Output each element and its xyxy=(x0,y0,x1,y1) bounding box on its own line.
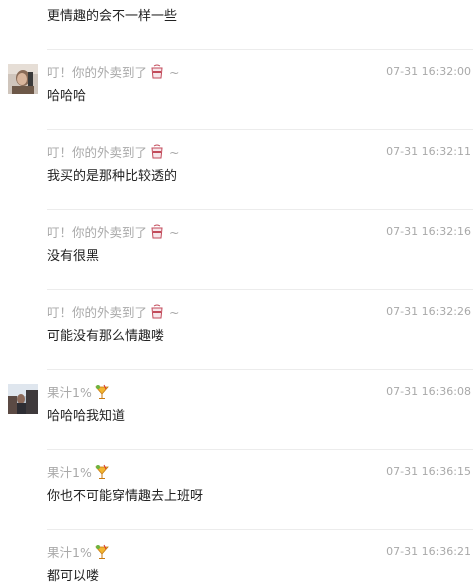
sender-name-text: 叮！你的外卖到了 xyxy=(47,65,148,80)
message-time: 07-31 16:32:00 xyxy=(386,65,471,78)
message-time: 07-31 16:32:16 xyxy=(386,225,471,238)
tropical-drink-icon xyxy=(94,544,110,560)
chat-message: 果汁1% 07-31 16:36:15 你也不可能穿情趣去上班呀 xyxy=(0,450,473,530)
message-time: 07-31 16:36:08 xyxy=(386,385,471,398)
message-time: 07-31 16:36:21 xyxy=(386,545,471,558)
sender-name: 叮！你的外卖到了 ~ xyxy=(47,304,180,321)
sender-name-text: 果汁1% xyxy=(47,385,92,400)
takeout-box-icon xyxy=(149,224,165,240)
sender-name-text: 叮！你的外卖到了 xyxy=(47,145,148,160)
sender-suffix: ~ xyxy=(169,145,180,160)
message-text: 可能没有那么情趣喽 xyxy=(47,329,165,344)
sender-suffix: ~ xyxy=(169,65,180,80)
sender-name: 叮！你的外卖到了 ~ xyxy=(47,144,180,161)
avatar[interactable] xyxy=(8,384,38,414)
tropical-drink-icon xyxy=(94,384,110,400)
message-time: 07-31 16:36:15 xyxy=(386,465,471,478)
sender-name: 叮！你的外卖到了 ~ xyxy=(47,64,180,81)
chat-message: 叮！你的外卖到了 ~ 07-31 16:32:11 我买的是那种比较透的 xyxy=(0,130,473,210)
takeout-box-icon xyxy=(149,64,165,80)
message-text: 哈哈哈我知道 xyxy=(47,409,126,424)
sender-suffix: ~ xyxy=(169,225,180,240)
chat-message: 叮！你的外卖到了 ~ 07-31 16:32:16 没有很黑 xyxy=(0,210,473,290)
chat-message: 果汁1% 07-31 16:36:08 哈哈哈我知道 xyxy=(0,370,473,450)
sender-name-text: 叮！你的外卖到了 xyxy=(47,225,148,240)
sender-name-text: 叮！你的外卖到了 xyxy=(47,305,148,320)
message-text: 都可以喽 xyxy=(47,569,100,584)
message-text: 你也不可能穿情趣去上班呀 xyxy=(47,489,204,504)
sender-suffix: ~ xyxy=(169,305,180,320)
message-text: 哈哈哈 xyxy=(47,89,87,104)
takeout-box-icon xyxy=(149,144,165,160)
sender-name: 果汁1% xyxy=(47,544,110,561)
chat-message: 果汁1% 07-31 16:36:21 都可以喽 xyxy=(0,530,473,586)
sender-name: 果汁1% xyxy=(47,464,110,481)
chat-history: 更情趣的会不一样一些 叮！你的外卖到了 ~ 07-31 16:32:00 哈哈哈 … xyxy=(0,0,473,586)
message-text: 我买的是那种比较透的 xyxy=(47,169,178,184)
sender-name-text: 果汁1% xyxy=(47,545,92,560)
message-time: 07-31 16:32:11 xyxy=(386,145,471,158)
chat-message: 叮！你的外卖到了 ~ 07-31 16:32:00 哈哈哈 xyxy=(0,50,473,130)
sender-name: 果汁1% xyxy=(47,384,110,401)
chat-message: 更情趣的会不一样一些 xyxy=(0,0,473,50)
avatar[interactable] xyxy=(8,64,38,94)
tropical-drink-icon xyxy=(94,464,110,480)
message-time: 07-31 16:32:26 xyxy=(386,305,471,318)
message-text: 更情趣的会不一样一些 xyxy=(47,9,178,24)
message-text: 没有很黑 xyxy=(47,249,100,264)
chat-message: 叮！你的外卖到了 ~ 07-31 16:32:26 可能没有那么情趣喽 xyxy=(0,290,473,370)
sender-name: 叮！你的外卖到了 ~ xyxy=(47,224,180,241)
sender-name-text: 果汁1% xyxy=(47,465,92,480)
takeout-box-icon xyxy=(149,304,165,320)
